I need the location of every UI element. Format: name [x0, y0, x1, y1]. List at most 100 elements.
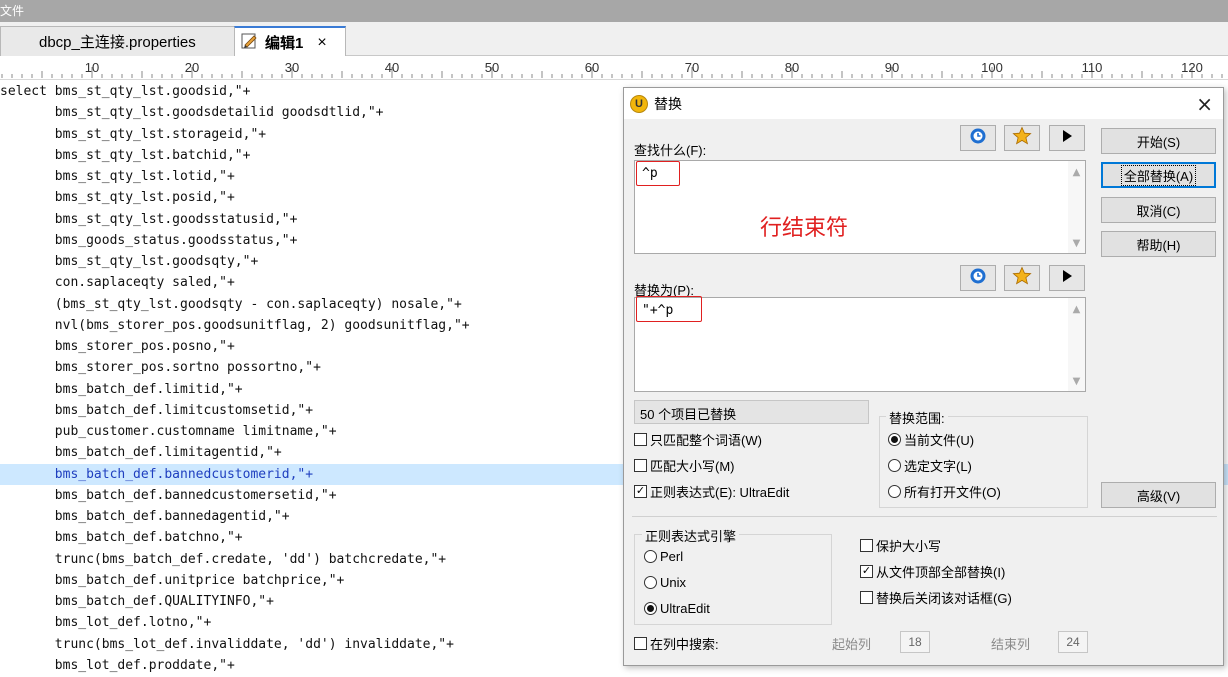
close-after-checkbox[interactable]: 替换后关闭该对话框(G)	[860, 588, 1012, 607]
play-arrow-icon	[1061, 129, 1073, 147]
ruler-label: 110	[1082, 60, 1103, 75]
preserve-case-checkbox[interactable]: 保护大小写	[860, 536, 941, 555]
engine-unix-label: Unix	[660, 575, 687, 590]
checkbox-box: ✓	[634, 485, 647, 498]
play-arrow-icon	[1061, 269, 1073, 287]
tab-edit1[interactable]: 编辑1 ×	[234, 26, 346, 57]
start-column-input[interactable]: 18	[900, 631, 930, 653]
start-button[interactable]: 开始(S)	[1101, 128, 1216, 154]
history-button[interactable]	[960, 125, 996, 151]
regex-label: 正则表达式(E): UltraEdit	[650, 485, 790, 500]
from-top-checkbox[interactable]: ✓ 从文件顶部全部替换(I)	[860, 562, 1005, 581]
annotation-text: 行结束符	[760, 215, 849, 240]
scope-all-files-label: 所有打开文件(O)	[904, 485, 1001, 500]
scope-current-file-radio[interactable]: 当前文件(U)	[888, 430, 974, 449]
close-after-label: 替换后关闭该对话框(G)	[876, 591, 1012, 606]
find-scrollbar[interactable]: ▲ ▼	[1068, 161, 1085, 253]
separator	[632, 516, 1217, 517]
replace-dialog: U 替换 × 查找什么(F): ^p ▲ ▼ 行结束符 替换为(P): "+^p …	[623, 87, 1224, 666]
end-column-value: 24	[1066, 635, 1080, 649]
star-icon	[1012, 126, 1032, 150]
ruler-label: 80	[785, 60, 799, 75]
start-column-label: 起始列	[832, 637, 872, 652]
checkbox-box	[860, 539, 873, 552]
column-ruler: 10 20 30 40 50 60 70 80 90 100 110 120	[0, 56, 1228, 80]
radio-dot	[647, 605, 654, 612]
ruler-label: 120	[1181, 60, 1203, 75]
radio-button	[644, 602, 657, 615]
engine-ultraedit-radio[interactable]: UltraEdit	[644, 601, 710, 616]
replace-all-label: 全部替换(A)	[1120, 164, 1197, 186]
checkbox-box	[634, 433, 647, 446]
checkbox-box	[860, 591, 873, 604]
history-button-2[interactable]	[960, 265, 996, 291]
ruler-label: 30	[285, 60, 299, 75]
tab-bar: dbcp_主连接.properties 编辑1 ×	[0, 22, 1228, 57]
replace-scrollbar[interactable]: ▲ ▼	[1068, 298, 1085, 391]
star-icon	[1012, 266, 1032, 290]
ruler-label: 60	[585, 60, 599, 75]
cancel-label: 取消(C)	[1136, 203, 1181, 219]
engine-ultraedit-label: UltraEdit	[660, 601, 710, 616]
favorites-button-2[interactable]	[1004, 265, 1040, 291]
engine-perl-radio[interactable]: Perl	[644, 549, 683, 564]
ruler-label: 90	[885, 60, 899, 75]
start-column-value: 18	[908, 635, 922, 649]
preserve-case-label: 保护大小写	[876, 539, 942, 554]
dialog-titlebar: U 替换	[624, 88, 1223, 119]
whole-word-checkbox[interactable]: 只匹配整个词语(W)	[634, 430, 762, 449]
advanced-button[interactable]: 高级(V)	[1101, 482, 1216, 508]
from-top-label: 从文件顶部全部替换(I)	[876, 565, 1006, 580]
checkbox-box	[634, 459, 647, 472]
radio-dot	[891, 436, 898, 443]
checkbox-box: ✓	[860, 565, 873, 578]
radio-button	[644, 576, 657, 589]
engine-unix-radio[interactable]: Unix	[644, 575, 686, 590]
scope-current-file-label: 当前文件(U)	[904, 433, 975, 448]
dialog-title: 替换	[654, 95, 682, 112]
column-search-label: 在列中搜索:	[650, 637, 719, 652]
status-field: 50 个项目已替换	[634, 400, 869, 424]
replace-all-button[interactable]: 全部替换(A)	[1101, 162, 1216, 188]
match-case-label: 匹配大小写(M)	[650, 459, 735, 474]
match-case-checkbox[interactable]: 匹配大小写(M)	[634, 456, 735, 475]
radio-button	[888, 433, 901, 446]
menu-file[interactable]: 文件	[0, 4, 24, 18]
start-button-label: 开始(S)	[1136, 134, 1181, 150]
status-text: 50 个项目已替换	[640, 407, 737, 422]
history-icon	[969, 267, 987, 289]
find-input[interactable]: ^p ▲ ▼	[634, 160, 1086, 254]
annotation-box-replace	[636, 296, 702, 322]
ruler-ticks: 10 20 30 40 50 60 70 80 90 100 110 120	[1, 60, 1223, 78]
expand-button-2[interactable]	[1049, 265, 1085, 291]
radio-button	[644, 550, 657, 563]
end-column-input[interactable]: 24	[1058, 631, 1088, 653]
menu-bar: 文件	[0, 0, 1228, 22]
engine-title: 正则表达式引擎	[642, 526, 740, 545]
ruler-label: 50	[485, 60, 499, 75]
cancel-button[interactable]: 取消(C)	[1101, 197, 1216, 223]
help-button[interactable]: 帮助(H)	[1101, 231, 1216, 257]
expand-button[interactable]	[1049, 125, 1085, 151]
scope-selection-label: 选定文字(L)	[904, 459, 972, 474]
scope-all-files-radio[interactable]: 所有打开文件(O)	[888, 482, 1001, 501]
whole-word-label: 只匹配整个词语(W)	[650, 433, 762, 448]
tab-close-icon[interactable]: ×	[317, 34, 326, 52]
close-icon[interactable]: ×	[1196, 92, 1213, 116]
column-search-checkbox[interactable]: 在列中搜索:	[634, 634, 719, 653]
tab-label: dbcp_主连接.properties	[39, 34, 196, 51]
history-icon	[969, 127, 987, 149]
document-edit-icon	[241, 32, 259, 54]
ruler-label: 20	[185, 60, 199, 75]
regex-checkbox[interactable]: ✓ 正则表达式(E): UltraEdit	[634, 482, 789, 501]
favorites-button[interactable]	[1004, 125, 1040, 151]
ruler-label: 70	[685, 60, 699, 75]
ruler-label: 40	[385, 60, 399, 75]
help-label: 帮助(H)	[1136, 237, 1181, 253]
tab-dbcp-properties[interactable]: dbcp_主连接.properties	[0, 26, 236, 56]
ultraedit-logo-icon: U	[630, 94, 648, 113]
scope-selection-radio[interactable]: 选定文字(L)	[888, 456, 972, 475]
annotation-box-find	[636, 161, 680, 186]
radio-button	[888, 485, 901, 498]
find-label: 查找什么(F):	[634, 143, 707, 158]
